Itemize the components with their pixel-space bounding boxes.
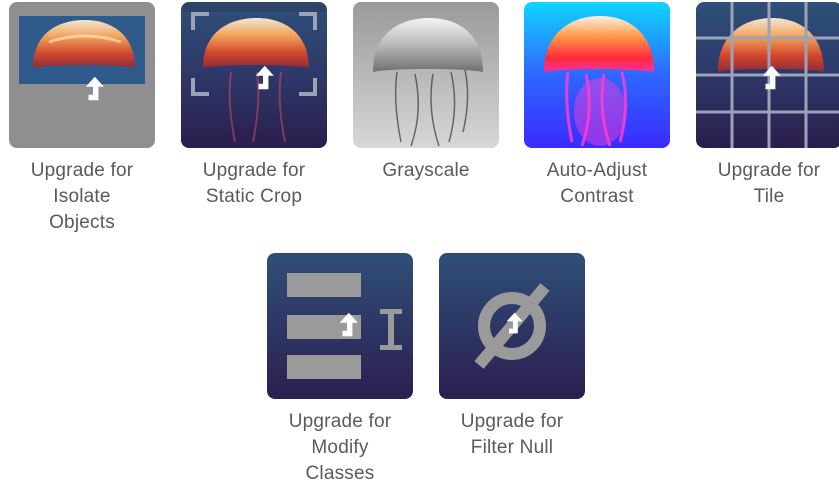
- modify-classes-thumbnail: [267, 253, 413, 399]
- tile-grayscale[interactable]: Grayscale: [353, 2, 499, 184]
- tile-label: Upgrade for Tile: [717, 160, 821, 207]
- tile-tile[interactable]: Upgrade for Tile: [696, 2, 839, 210]
- tile-label: Grayscale: [382, 160, 470, 181]
- tile-modify-classes[interactable]: Upgrade for Modify Classes: [267, 253, 413, 487]
- tile-static-crop[interactable]: Upgrade for Static Crop: [181, 2, 327, 210]
- grayscale-thumbnail: [353, 2, 499, 148]
- auto-adjust-contrast-thumbnail: [524, 2, 670, 148]
- tile-label: Auto-Adjust Contrast: [546, 160, 648, 207]
- tile-thumbnail: [696, 2, 839, 148]
- tile-filter-null[interactable]: Upgrade for Filter Null: [439, 253, 585, 461]
- tile-label: Upgrade for Modify Classes: [288, 411, 392, 484]
- tile-isolate-objects[interactable]: Upgrade for Isolate Objects: [9, 2, 155, 236]
- static-crop-thumbnail: [181, 2, 327, 148]
- tile-auto-adjust-contrast[interactable]: Auto-Adjust Contrast: [524, 2, 670, 210]
- tile-label: Upgrade for Isolate Objects: [30, 160, 134, 233]
- filter-null-thumbnail: [439, 253, 585, 399]
- tile-label: Upgrade for Filter Null: [460, 411, 564, 458]
- tile-label: Upgrade for Static Crop: [202, 160, 306, 207]
- isolate-objects-thumbnail: [9, 2, 155, 148]
